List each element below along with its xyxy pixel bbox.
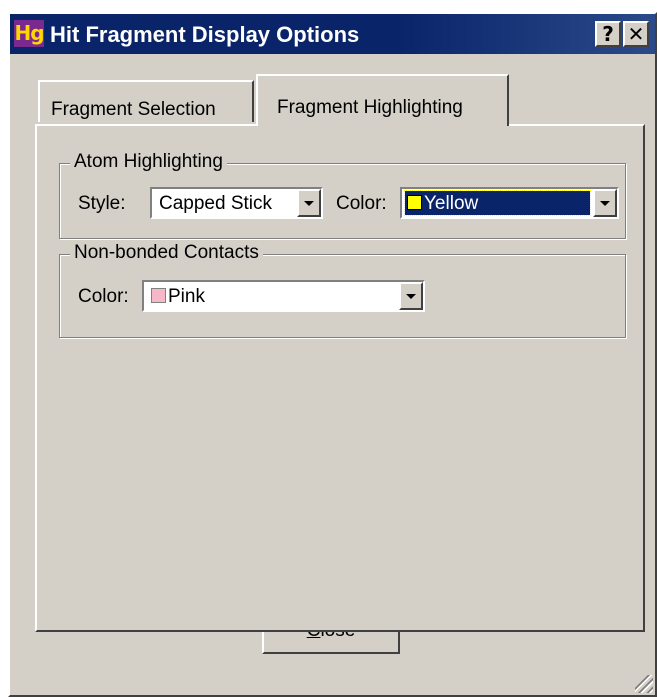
contacts-color-dropdown-button[interactable] xyxy=(399,282,423,310)
app-logo-icon: Hg xyxy=(14,20,45,47)
group-legend: Atom Highlighting xyxy=(70,151,227,173)
close-window-button[interactable]: ✕ xyxy=(623,21,649,47)
atom-color-select[interactable]: Yellow xyxy=(400,187,619,219)
tab-label: Fragment Highlighting xyxy=(277,97,463,118)
tab-fragment-selection[interactable]: Fragment Selection xyxy=(38,80,254,122)
contacts-color-select[interactable]: Pink xyxy=(142,280,425,312)
tab-fragment-highlighting[interactable]: Fragment Highlighting xyxy=(256,74,509,126)
atom-color-dropdown-button[interactable] xyxy=(593,189,617,217)
atom-color-select-value: Yellow xyxy=(404,190,591,216)
style-label: Style: xyxy=(78,193,126,214)
chevron-down-icon xyxy=(600,201,610,206)
atom-highlighting-group: Atom Highlighting Style: Capped Stick Co… xyxy=(59,151,626,239)
help-button[interactable]: ? xyxy=(595,21,621,47)
contacts-color-select-value: Pink xyxy=(151,286,205,308)
chevron-down-icon xyxy=(406,294,416,299)
pink-swatch-icon xyxy=(151,288,166,303)
title-bar[interactable]: Hg Hit Fragment Display Options ? ✕ xyxy=(10,14,655,54)
atom-color-label: Color: xyxy=(336,193,387,214)
chevron-down-icon xyxy=(304,201,314,206)
group-legend: Non-bonded Contacts xyxy=(70,242,263,264)
contacts-color-label: Color: xyxy=(78,286,129,307)
contacts-color-text: Pink xyxy=(168,286,205,307)
tab-panel: Atom Highlighting Style: Capped Stick Co… xyxy=(35,124,645,632)
resize-grip-icon[interactable] xyxy=(635,675,653,693)
window-title: Hit Fragment Display Options xyxy=(50,22,360,47)
tab-label: Fragment Selection xyxy=(51,99,216,120)
atom-color-text: Yellow xyxy=(424,193,479,214)
non-bonded-contacts-group: Non-bonded Contacts Color: Pink xyxy=(59,242,626,338)
style-dropdown-button[interactable] xyxy=(297,189,321,217)
dialog-window: Hg Hit Fragment Display Options ? ✕ Frag… xyxy=(8,12,657,697)
style-select[interactable]: Capped Stick xyxy=(150,187,323,219)
style-select-value: Capped Stick xyxy=(159,193,273,214)
yellow-swatch-icon xyxy=(407,195,422,210)
